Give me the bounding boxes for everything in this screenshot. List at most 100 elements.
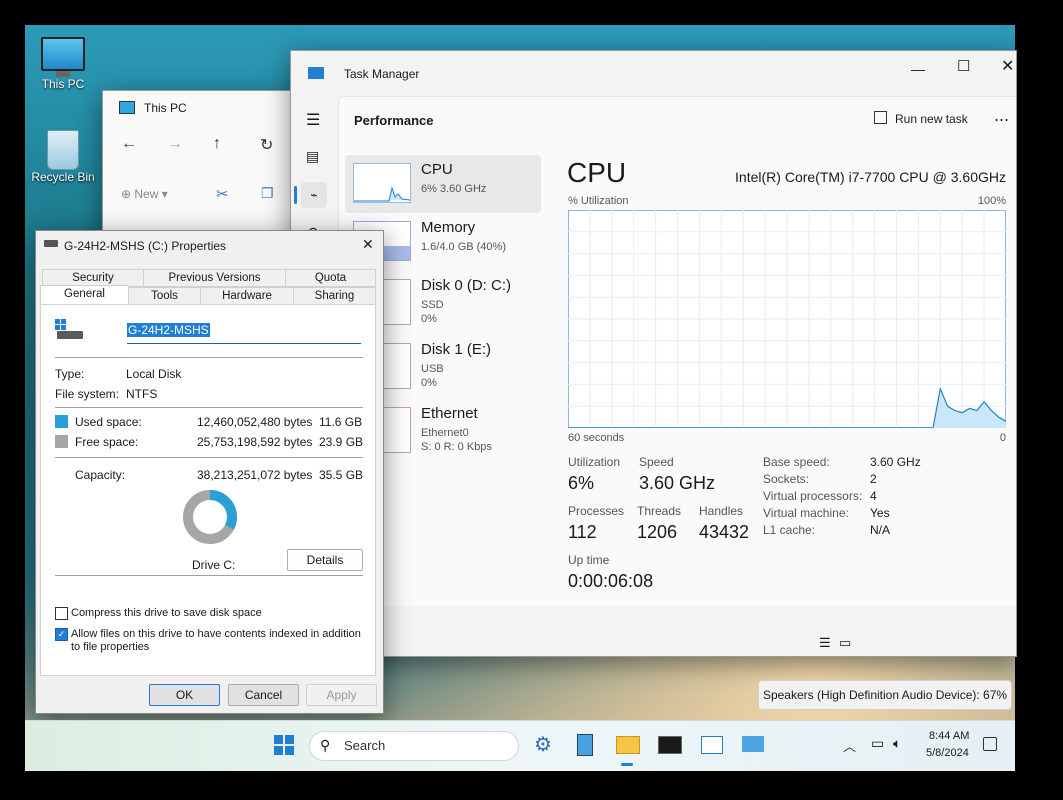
performance-panel: Performance Run new task ... CPU 6% 3.60… bbox=[338, 96, 1016, 606]
performance-icon[interactable]: ⌁ bbox=[301, 182, 327, 208]
tab-hardware[interactable]: Hardware bbox=[200, 287, 294, 305]
index-checkbox[interactable]: ✓ bbox=[55, 628, 68, 641]
type-label: Type: bbox=[55, 367, 85, 381]
apply-button[interactable]: Apply bbox=[306, 684, 377, 706]
perf-item-sub: USB bbox=[421, 363, 444, 375]
tab-quota[interactable]: Quota bbox=[285, 269, 376, 287]
perf-item-sub: 1.6/4.0 GB (40%) bbox=[421, 241, 506, 253]
clock-date[interactable]: 5/8/2024 bbox=[926, 747, 969, 759]
file-explorer-icon[interactable] bbox=[613, 731, 641, 766]
close-button[interactable]: ✕ bbox=[1001, 56, 1014, 76]
notification-icon[interactable] bbox=[983, 737, 997, 751]
compress-checkbox[interactable] bbox=[55, 607, 68, 620]
start-button[interactable] bbox=[270, 731, 298, 759]
task-manager-taskbar-icon[interactable] bbox=[739, 731, 767, 759]
zero-axis-label: 0 bbox=[999, 432, 1006, 444]
window-title: Task Manager bbox=[344, 67, 420, 81]
detail-row: Virtual processors: 4 bbox=[763, 489, 877, 503]
cpu-utilization-chart bbox=[568, 210, 1006, 428]
type-value: Local Disk bbox=[126, 367, 182, 381]
processes-value: 112 bbox=[568, 522, 597, 542]
forward-icon[interactable]: → bbox=[167, 135, 183, 153]
task-manager-window: Task Manager — ☐ ✕ ☰ ▤ ⌁ ⟲ Performance R… bbox=[290, 50, 1017, 657]
dialog-title: G-24H2-MSHS (C:) Properties bbox=[64, 239, 227, 253]
time-axis-label: 60 seconds bbox=[568, 432, 625, 444]
used-gb: 11.6 GB bbox=[319, 415, 363, 429]
uptime-value: 0:00:06:08 bbox=[568, 571, 654, 591]
index-label: Allow files on this drive to have conten… bbox=[71, 628, 361, 653]
general-tab-panel: G-24H2-MSHS Type: Local Disk File system… bbox=[40, 304, 376, 676]
chevron-up-icon[interactable]: ︿ bbox=[843, 736, 856, 755]
capacity-gb: 35.5 GB bbox=[319, 468, 364, 482]
used-bytes: 12,460,052,480 bytes bbox=[197, 415, 313, 429]
app-icon[interactable] bbox=[697, 731, 725, 759]
compress-label: Compress this drive to save disk space bbox=[71, 607, 262, 619]
utilization-value: 6% bbox=[568, 473, 595, 493]
new-button[interactable]: ⊕ New ▾ bbox=[121, 187, 168, 201]
copy-icon[interactable]: ❐ bbox=[261, 185, 274, 202]
desktop-icon-label: This PC bbox=[41, 77, 85, 91]
detail-row: Sockets: 2 bbox=[763, 472, 877, 486]
free-bytes: 25,753,198,592 bytes bbox=[197, 435, 313, 449]
cpu-heading: CPU bbox=[567, 157, 627, 188]
maximize-button[interactable]: ☐ bbox=[957, 57, 970, 75]
network-icon[interactable]: ▭ bbox=[871, 735, 884, 752]
usage-donut-chart bbox=[183, 490, 237, 544]
handles-label: Handles bbox=[699, 504, 744, 518]
settings-icon[interactable]: ⚙ bbox=[529, 731, 557, 759]
free-color-swatch bbox=[55, 435, 68, 448]
threads-label: Threads bbox=[637, 504, 682, 518]
max-axis-label: 100% bbox=[977, 195, 1006, 207]
desktop-icon-recycle-bin[interactable]: Recycle Bin bbox=[25, 130, 103, 184]
close-button[interactable]: ✕ bbox=[362, 236, 374, 253]
cpu-model: Intel(R) Core(TM) i7-7700 CPU @ 3.60GHz bbox=[735, 169, 1006, 185]
uptime-label: Up time bbox=[568, 553, 610, 567]
volume-toast: Speakers (High Definition Audio Device):… bbox=[758, 680, 1012, 710]
perf-item-cpu[interactable]: CPU 6% 3.60 GHz bbox=[345, 155, 541, 213]
run-new-task-button[interactable]: Run new task bbox=[874, 111, 968, 126]
threads-value: 1206 bbox=[637, 522, 678, 542]
handles-value: 43432 bbox=[699, 522, 750, 542]
filesystem-label: File system: bbox=[55, 387, 120, 401]
details-button[interactable]: Details bbox=[287, 549, 363, 571]
processes-label: Processes bbox=[568, 504, 625, 518]
tab-previous-versions[interactable]: Previous Versions bbox=[143, 269, 286, 287]
tab-sharing[interactable]: Sharing bbox=[293, 287, 376, 305]
perf-item-name: Memory bbox=[421, 219, 476, 236]
more-options-button[interactable]: ... bbox=[994, 105, 1009, 126]
search-icon: ⚲ bbox=[320, 737, 331, 753]
utilization-label: Utilization bbox=[568, 455, 621, 469]
detail-row: Base speed: 3.60 GHz bbox=[763, 455, 921, 469]
tab-general[interactable]: General bbox=[40, 285, 129, 305]
ok-button[interactable]: OK bbox=[149, 684, 220, 706]
cancel-button[interactable]: Cancel bbox=[228, 684, 299, 706]
refresh-icon[interactable]: ↻ bbox=[260, 135, 273, 155]
notepad-icon[interactable] bbox=[571, 731, 599, 759]
drive-name-input[interactable]: G-24H2-MSHS bbox=[127, 323, 361, 344]
volume-icon[interactable]: 🔈︎ bbox=[893, 735, 901, 752]
drive-small-icon bbox=[44, 240, 58, 247]
detail-row: Virtual machine: Yes bbox=[763, 506, 890, 520]
menu-icon[interactable]: ☰ bbox=[306, 110, 320, 130]
used-color-swatch bbox=[55, 415, 68, 428]
search-box[interactable]: ⚲ Search bbox=[309, 731, 519, 761]
clock-time[interactable]: 8:44 AM bbox=[929, 730, 969, 742]
minimize-button[interactable]: — bbox=[911, 61, 925, 77]
drive-properties-dialog: G-24H2-MSHS (C:) Properties ✕ Security P… bbox=[35, 230, 384, 714]
processes-icon[interactable]: ▤ bbox=[306, 148, 319, 165]
pop-out-icon[interactable]: ▭ bbox=[839, 635, 851, 651]
summary-view-icon[interactable]: ☰ bbox=[819, 635, 831, 651]
recycle-bin-icon bbox=[47, 130, 79, 170]
up-icon[interactable]: ↑ bbox=[213, 135, 221, 153]
used-label: Used space: bbox=[75, 415, 142, 429]
windows-logo-icon bbox=[274, 735, 283, 744]
cut-icon[interactable]: ✂ bbox=[216, 185, 229, 203]
tab-tools[interactable]: Tools bbox=[128, 287, 201, 305]
drive-label: Drive C: bbox=[192, 558, 236, 572]
free-gb: 23.9 GB bbox=[319, 435, 364, 449]
selected-indicator bbox=[294, 186, 297, 204]
window-title: This PC bbox=[144, 101, 187, 115]
desktop-icon-this-pc[interactable]: This PC bbox=[25, 37, 103, 91]
terminal-icon[interactable] bbox=[655, 731, 683, 759]
back-icon[interactable]: ← bbox=[121, 135, 137, 153]
